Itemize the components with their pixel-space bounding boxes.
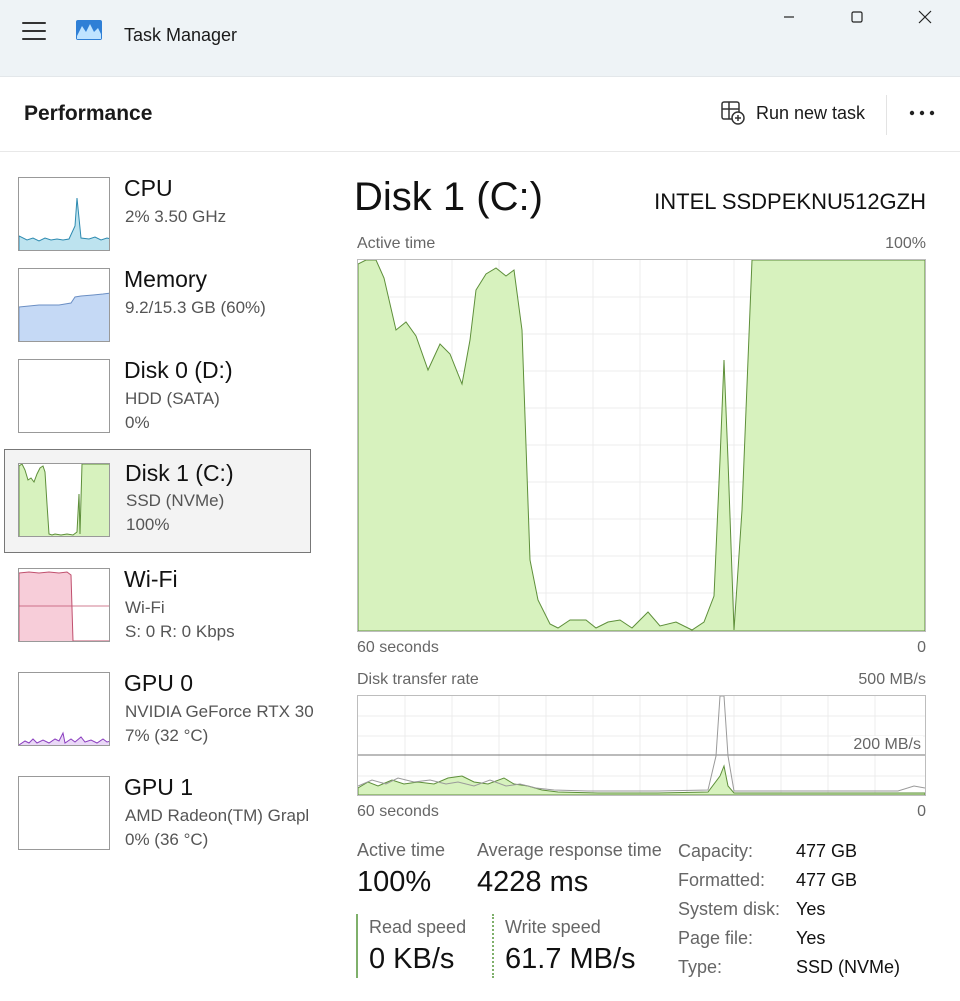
disk0-thumbnail-graph xyxy=(18,359,110,433)
active-time-graph-label: Active time xyxy=(357,235,436,252)
header-divider xyxy=(886,95,887,135)
device-detail: Wi-Fi xyxy=(125,598,165,617)
disk-title: Disk 1 (C:) xyxy=(354,175,543,219)
more-options-icon xyxy=(909,110,935,116)
sidebar-item-disk1[interactable]: Disk 1 (C:) SSD (NVMe) 100% xyxy=(4,449,311,553)
wifi-thumbnail-graph xyxy=(18,568,110,642)
device-name: CPU xyxy=(124,175,173,201)
type-label: Type: xyxy=(678,957,723,977)
avg-response-value: 4228 ms xyxy=(477,866,589,898)
transfer-graph-label: Disk transfer rate xyxy=(357,671,479,688)
device-detail: NVIDIA GeForce RTX 30 xyxy=(125,702,314,721)
device-name: GPU 1 xyxy=(124,774,194,800)
disk-model: INTEL SSDPEKNU512GZH xyxy=(654,189,926,214)
formatted-value: 477 GB xyxy=(796,870,858,890)
page-header: Performance Run new task xyxy=(0,76,960,152)
close-button[interactable] xyxy=(902,0,948,34)
device-name: Disk 0 (D:) xyxy=(124,357,233,383)
system-disk-value: Yes xyxy=(796,899,826,919)
active-time-label: Active time xyxy=(357,840,446,860)
read-speed-label: Read speed xyxy=(369,917,467,937)
device-detail: SSD (NVMe) xyxy=(126,491,225,510)
sidebar-item-cpu[interactable]: CPU 2% 3.50 GHz xyxy=(4,153,311,257)
active-time-graph xyxy=(357,259,926,632)
device-usage: 100% xyxy=(126,515,170,534)
transfer-graph-time: 60 seconds xyxy=(357,803,439,820)
device-detail: HDD (SATA) xyxy=(125,389,220,408)
maximize-icon xyxy=(851,11,863,23)
disk1-thumbnail-graph xyxy=(18,463,110,537)
run-task-icon xyxy=(721,101,745,125)
page-file-value: Yes xyxy=(796,928,826,948)
window-title: Task Manager xyxy=(124,25,238,45)
run-new-task-label: Run new task xyxy=(756,102,866,123)
transfer-graph-ref: 200 MB/s xyxy=(851,736,923,754)
hamburger-menu-icon[interactable] xyxy=(22,22,46,42)
device-usage: 0% (36 °C) xyxy=(125,830,209,849)
gpu0-thumbnail-graph xyxy=(18,672,110,746)
page-title: Performance xyxy=(24,102,153,125)
device-detail: AMD Radeon(TM) Grapl xyxy=(125,806,310,825)
read-speed-marker xyxy=(356,914,358,978)
read-speed-value: 0 KB/s xyxy=(369,943,455,975)
sidebar-item-memory[interactable]: Memory 9.2/15.3 GB (60%) xyxy=(4,244,311,348)
device-usage: S: 0 R: 0 Kbps xyxy=(125,622,235,641)
cpu-thumbnail-graph xyxy=(18,177,110,251)
run-new-task-button[interactable]: Run new task xyxy=(716,95,869,131)
sidebar-item-gpu0[interactable]: GPU 0 NVIDIA GeForce RTX 30 7% (32 °C) xyxy=(4,648,314,752)
write-speed-marker xyxy=(492,914,494,978)
task-manager-app-icon xyxy=(76,20,102,40)
more-options-button[interactable] xyxy=(900,95,944,131)
gpu1-thumbnail-graph xyxy=(18,776,110,850)
write-speed-value: 61.7 MB/s xyxy=(505,943,636,975)
title-bar: Task Manager xyxy=(0,0,960,76)
capacity-value: 477 GB xyxy=(796,841,858,861)
device-sidebar: CPU 2% 3.50 GHz Memory 9.2/15.3 GB (60%)… xyxy=(0,153,330,1001)
maximize-button[interactable] xyxy=(834,0,880,34)
device-name: GPU 0 xyxy=(124,670,194,696)
device-name: Disk 1 (C:) xyxy=(125,460,234,486)
type-value: SSD (NVMe) xyxy=(796,957,901,977)
transfer-graph-max: 500 MB/s xyxy=(858,671,926,688)
device-name: Wi-Fi xyxy=(124,566,178,592)
device-usage: 7% (32 °C) xyxy=(125,726,209,745)
transfer-rate-graph: 200 MB/s xyxy=(357,695,926,796)
disk-detail-panel: Disk 1 (C:) INTEL SSDPEKNU512GZH Active … xyxy=(330,153,960,1001)
device-usage: 0% xyxy=(125,413,150,432)
sidebar-item-wifi[interactable]: Wi-Fi Wi-Fi S: 0 R: 0 Kbps xyxy=(4,544,311,648)
sidebar-item-disk0[interactable]: Disk 0 (D:) HDD (SATA) 0% xyxy=(4,335,311,439)
minimize-button[interactable] xyxy=(766,0,812,34)
system-disk-label: System disk: xyxy=(678,899,781,919)
memory-thumbnail-graph xyxy=(18,268,110,342)
active-time-graph-max: 100% xyxy=(885,235,926,252)
formatted-label: Formatted: xyxy=(678,870,766,890)
minimize-icon xyxy=(784,16,794,18)
close-icon xyxy=(918,10,932,24)
active-time-graph-min: 0 xyxy=(917,639,926,656)
avg-response-label: Average response time xyxy=(477,840,662,860)
active-time-value: 100% xyxy=(357,866,432,898)
device-detail: 2% 3.50 GHz xyxy=(125,207,227,226)
sidebar-item-gpu1[interactable]: GPU 1 AMD Radeon(TM) Grapl 0% (36 °C) xyxy=(4,752,311,856)
active-time-graph-time: 60 seconds xyxy=(357,639,439,656)
page-file-label: Page file: xyxy=(678,928,754,948)
capacity-label: Capacity: xyxy=(678,841,754,861)
device-name: Memory xyxy=(124,266,208,292)
device-detail: 9.2/15.3 GB (60%) xyxy=(125,298,266,317)
transfer-graph-min: 0 xyxy=(917,803,926,820)
write-speed-label: Write speed xyxy=(505,917,601,937)
